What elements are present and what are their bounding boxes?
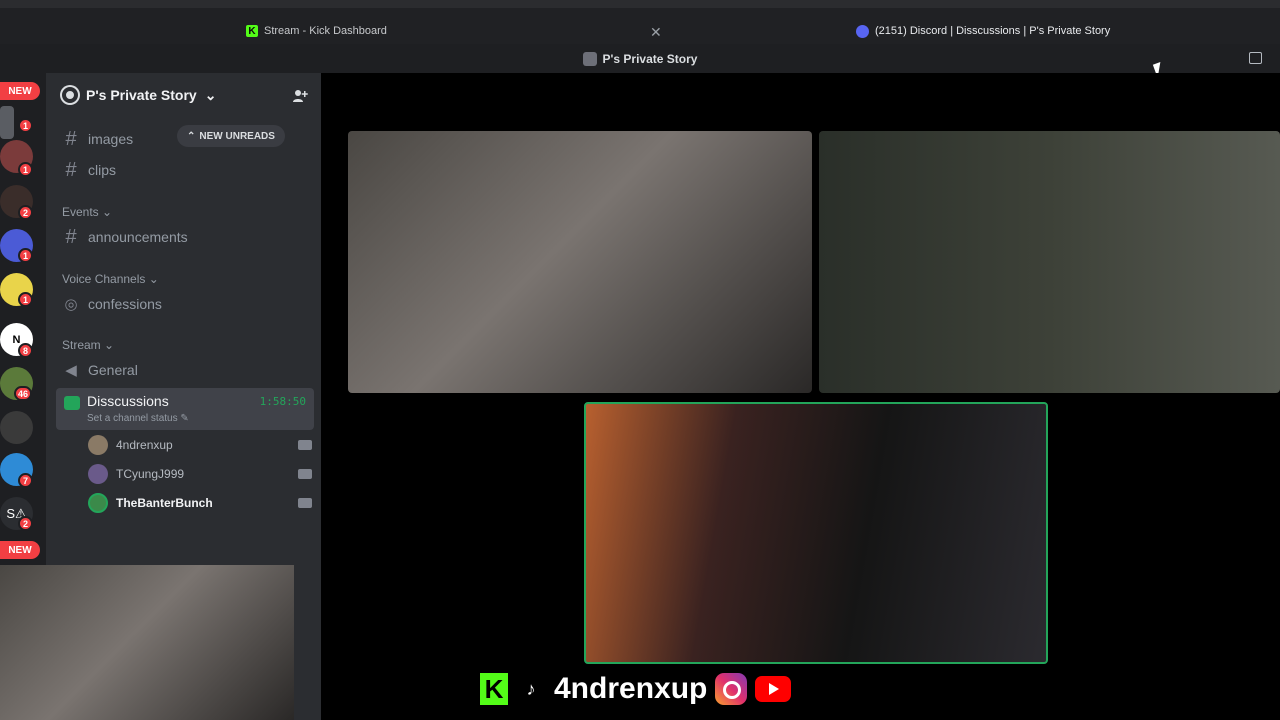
- voice-duration: 1:58:50: [259, 395, 306, 408]
- unread-badge: 1: [18, 162, 33, 177]
- channel-label: clips: [88, 162, 117, 178]
- channel-clips[interactable]: # clips: [56, 155, 314, 185]
- category-label: Stream: [62, 338, 101, 352]
- unread-badge: 8: [18, 343, 33, 358]
- social-handle: 4ndrenxup: [554, 672, 708, 705]
- avatar: [88, 493, 108, 513]
- voice-user-name: 4ndrenxup: [116, 438, 173, 452]
- stage-icon: ◎: [64, 296, 78, 313]
- kick-icon: K: [480, 673, 508, 705]
- camera-icon: [298, 440, 312, 450]
- chevron-up-icon: ⌃: [187, 130, 196, 142]
- video-tile-tcyungj999[interactable]: [348, 131, 812, 393]
- chevron-down-icon: ⌄: [148, 272, 159, 286]
- picture-in-picture-preview[interactable]: [0, 565, 294, 720]
- unread-badge: 46: [14, 386, 33, 401]
- new-badge[interactable]: NEW: [0, 82, 40, 100]
- hash-icon: #: [65, 127, 77, 150]
- category-label: Events: [62, 205, 99, 219]
- tab-kick-dashboard[interactable]: K Stream - Kick Dashboard: [246, 18, 387, 44]
- unread-badge: 2: [18, 516, 33, 531]
- server-icon[interactable]: [0, 106, 14, 139]
- channel-general[interactable]: ◀ General: [56, 355, 314, 385]
- window-titlebar: P's Private Story: [0, 44, 1280, 73]
- new-badge[interactable]: NEW: [0, 541, 40, 559]
- unread-badge: 1: [18, 118, 33, 133]
- kick-icon: K: [246, 25, 258, 37]
- chevron-down-icon: ⌄: [204, 86, 217, 103]
- inbox-icon[interactable]: [1249, 52, 1262, 64]
- tab-label: Stream - Kick Dashboard: [264, 25, 387, 37]
- guild-name: P's Private Story: [86, 87, 197, 103]
- new-unreads-button[interactable]: ⌃ NEW UNREADS: [177, 125, 285, 147]
- new-unreads-label: NEW UNREADS: [199, 130, 275, 142]
- unread-badge: 1: [18, 292, 33, 307]
- channel-status-label: Set a channel status: [87, 413, 178, 424]
- voice-user[interactable]: TCyungJ999: [88, 461, 312, 487]
- youtube-icon: [755, 676, 792, 702]
- speaker-icon: ◀: [65, 362, 77, 379]
- tab-discord[interactable]: (2151) Discord | Disscussions | P's Priv…: [856, 18, 1110, 44]
- voice-user-name: TheBanterBunch: [116, 496, 213, 510]
- voice-user[interactable]: 4ndrenxup: [88, 432, 312, 458]
- tiktok-icon: ♪: [516, 674, 546, 704]
- guild-header[interactable]: P's Private Story ⌄: [46, 73, 321, 117]
- chevron-down-icon: ⌄: [102, 205, 113, 219]
- voice-channel-disscussions[interactable]: Disscussions Set a channel status ✎ 1:58…: [56, 388, 314, 430]
- unread-badge: 7: [18, 473, 33, 488]
- invite-member-icon[interactable]: [292, 88, 308, 104]
- voice-channel-name: Disscussions: [87, 393, 169, 409]
- category-stream[interactable]: Stream ⌄: [62, 338, 114, 352]
- browser-tabstrip: K Stream - Kick Dashboard ✕ (2151) Disco…: [0, 0, 1280, 44]
- channel-confessions[interactable]: ◎ confessions: [56, 289, 314, 319]
- server-settings-icon: [62, 87, 78, 103]
- channel-label: images: [88, 131, 134, 147]
- hash-icon: #: [65, 158, 77, 181]
- speaker-icon: [64, 396, 80, 410]
- category-voice-channels[interactable]: Voice Channels ⌄: [62, 272, 159, 286]
- channel-label: announcements: [88, 229, 188, 245]
- tab-label: (2151) Discord | Disscussions | P's Priv…: [875, 25, 1111, 37]
- server-icon: [582, 51, 597, 66]
- video-tile-thebanterbunch[interactable]: [584, 402, 1048, 664]
- server-icon[interactable]: [0, 411, 33, 444]
- unread-badge: 1: [18, 248, 33, 263]
- social-overlay: K ♪ 4ndrenxup: [480, 670, 792, 708]
- video-tile-4ndrenxup[interactable]: [819, 131, 1280, 393]
- hash-icon: #: [65, 225, 77, 248]
- chevron-down-icon: ⌄: [104, 338, 115, 352]
- app-root: K Stream - Kick Dashboard ✕ (2151) Disco…: [0, 0, 1280, 720]
- unread-badge: 2: [18, 205, 33, 220]
- camera-icon: [298, 498, 312, 508]
- channel-label: confessions: [88, 296, 162, 312]
- avatar: [88, 435, 108, 455]
- instagram-icon: [715, 673, 748, 705]
- category-label: Voice Channels: [62, 272, 146, 286]
- avatar: [88, 464, 108, 484]
- browser-toolbar: [0, 0, 1280, 8]
- pencil-icon: ✎: [180, 413, 189, 424]
- channel-announcements[interactable]: # announcements: [56, 222, 314, 252]
- window-title: P's Private Story: [602, 51, 698, 66]
- tab-close-icon[interactable]: ✕: [650, 24, 662, 41]
- category-events[interactable]: Events ⌄: [62, 205, 112, 219]
- camera-icon: [298, 469, 312, 479]
- channel-status-input[interactable]: Set a channel status ✎: [87, 413, 189, 424]
- voice-user-name: TCyungJ999: [116, 467, 185, 481]
- voice-user[interactable]: TheBanterBunch: [88, 490, 312, 516]
- discord-icon: [856, 24, 869, 38]
- channel-label: General: [88, 362, 138, 378]
